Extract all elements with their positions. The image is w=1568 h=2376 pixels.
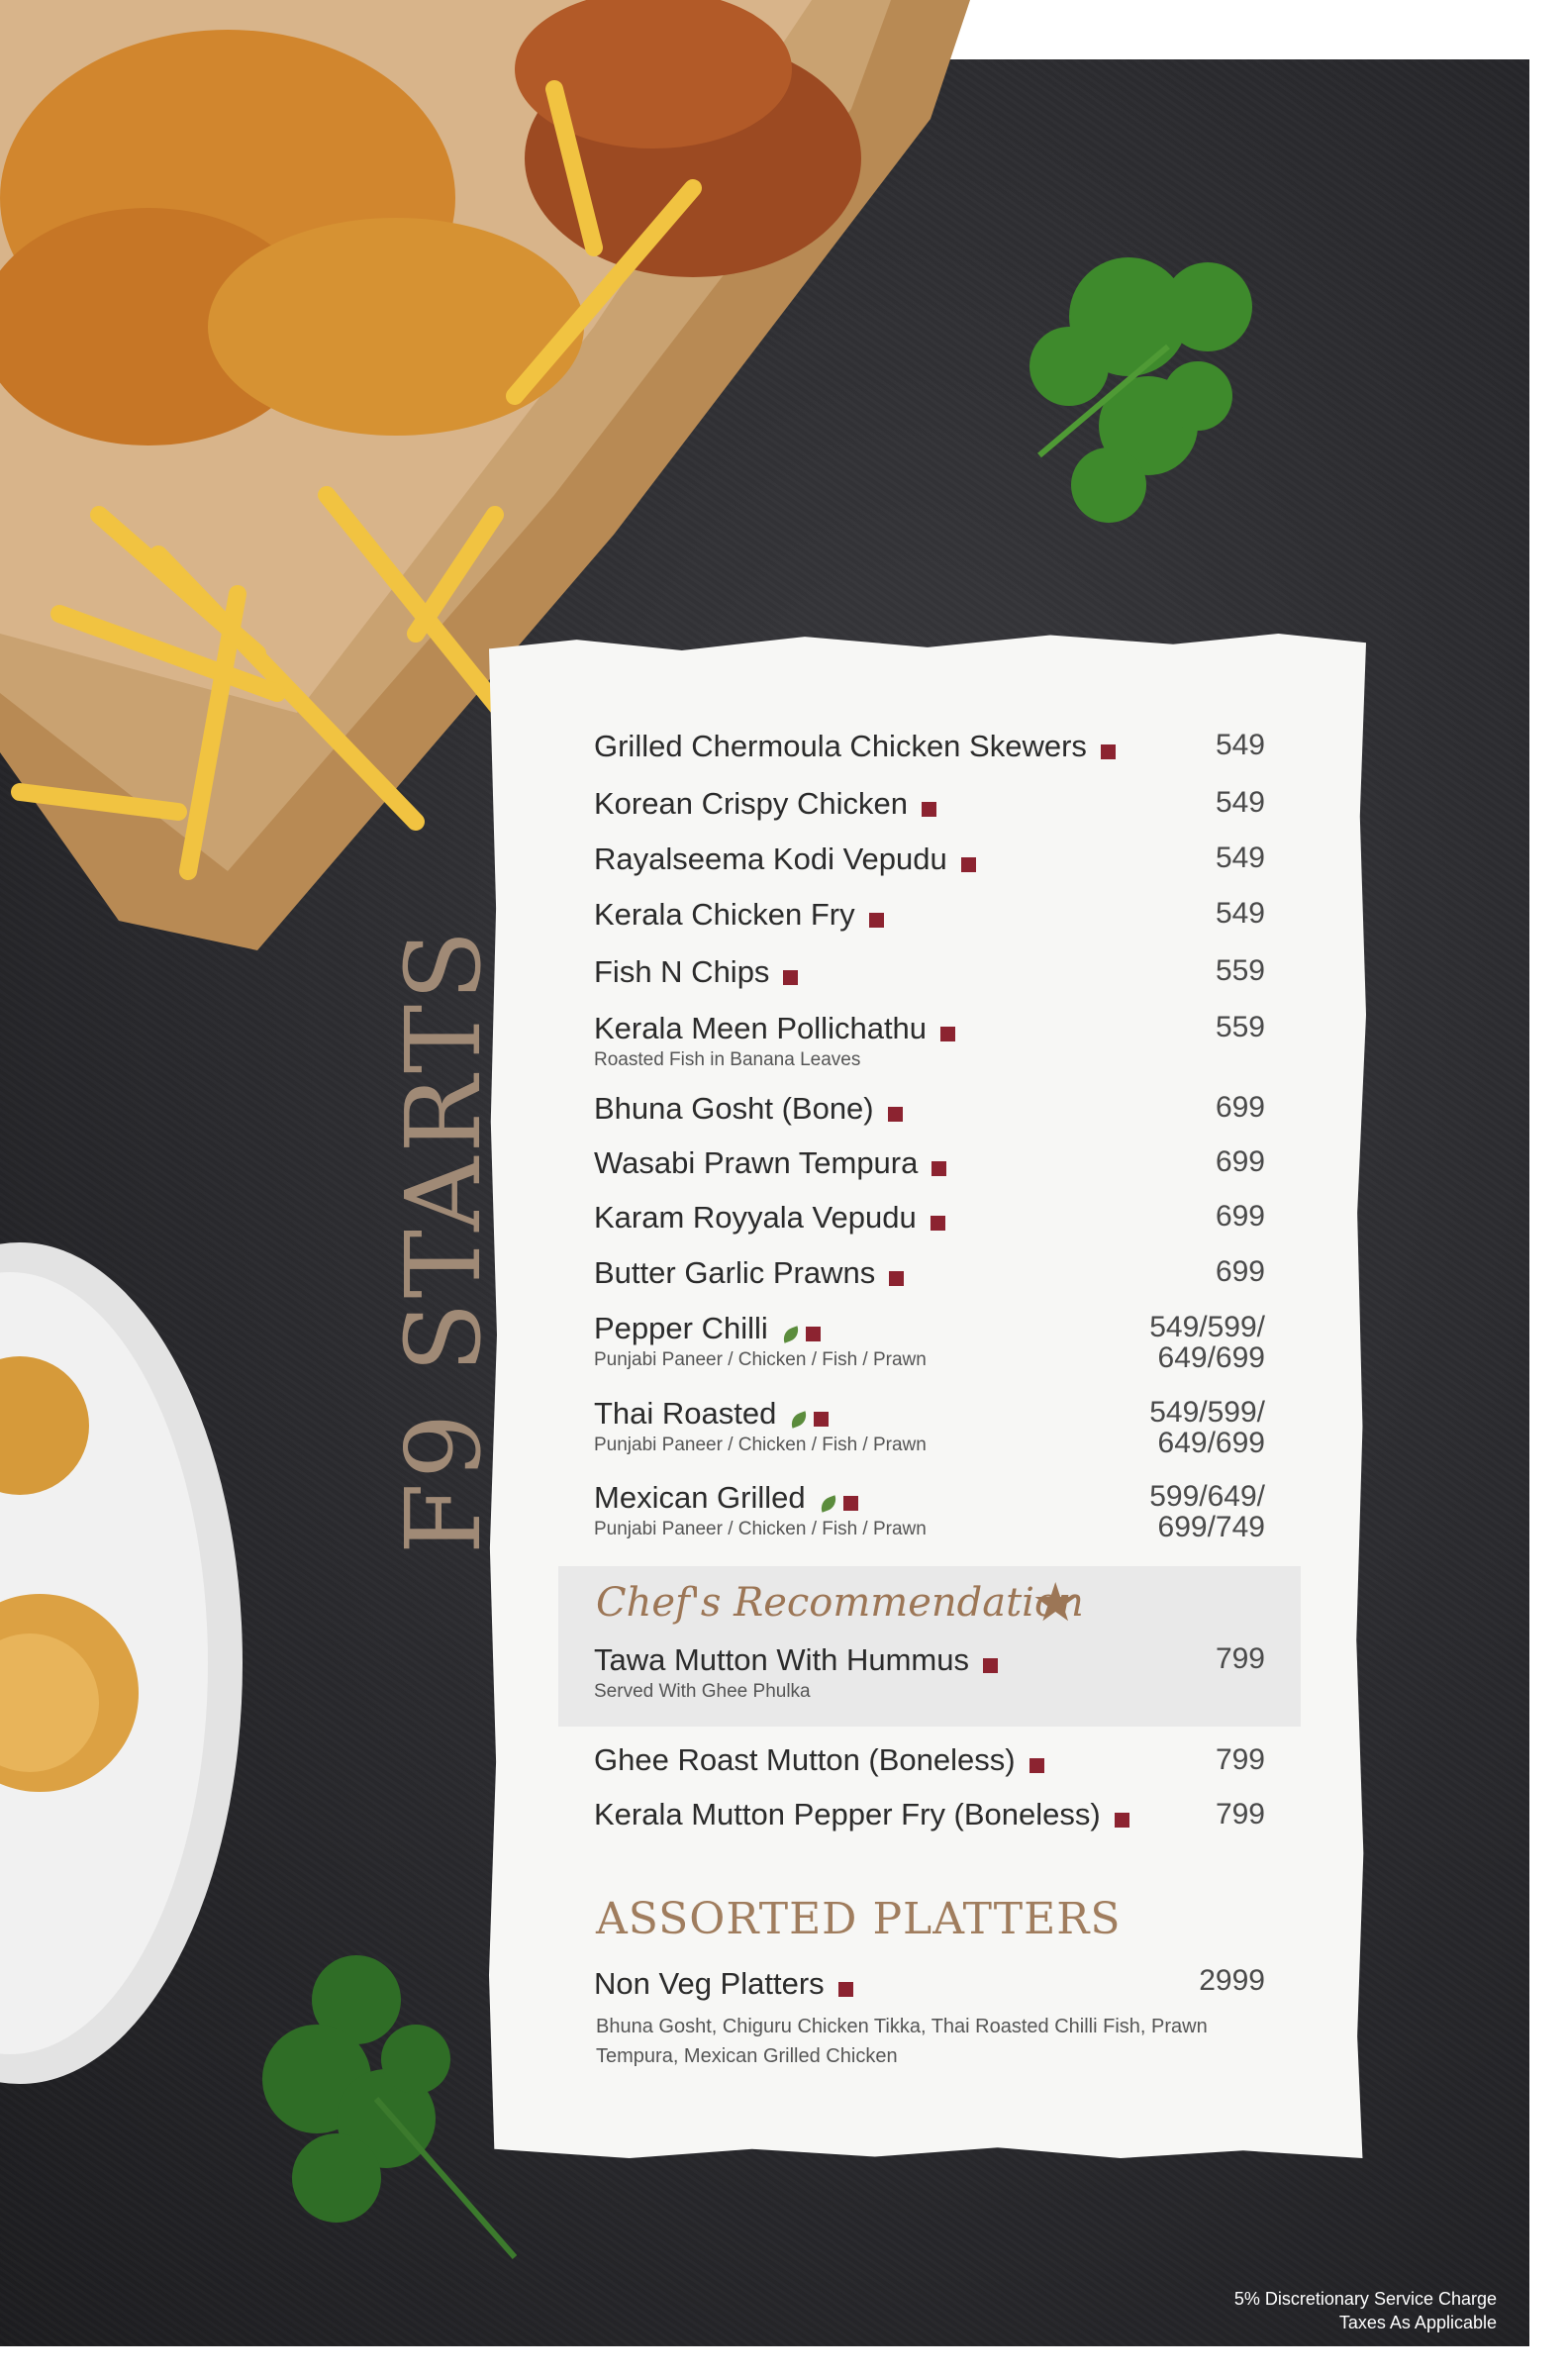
item-price: 699 <box>1215 1200 1265 1233</box>
non-veg-marker-icon <box>1100 744 1116 760</box>
parsley-garnish-bottom-image <box>262 1955 518 2259</box>
item-name: Kerala Chicken Fry <box>594 897 855 932</box>
item-price: 559 <box>1215 954 1265 987</box>
menu-item: Ghee Roast Mutton (Boneless) <box>594 1742 1267 1778</box>
menu-item: Kerala Meen Pollichathu Roasted Fish in … <box>594 1011 1267 1071</box>
platter-description: Bhuna Gosht, Chiguru Chicken Tikka, Thai… <box>596 2016 1208 2067</box>
item-name: Karam Royyala Vepudu <box>594 1200 917 1235</box>
non-veg-marker-icon <box>983 1658 998 1674</box>
non-veg-marker-icon <box>887 1107 903 1123</box>
price-line: 699/749 <box>1157 1511 1265 1543</box>
section-title-vertical: F9 STARTS <box>383 926 504 1554</box>
chefs-recommendation-title: Chef's Recommendation <box>596 1580 1084 1626</box>
item-price: 559 <box>1215 1011 1265 1043</box>
platters-section-title: ASSORTED PLATTERS <box>596 1894 1122 1944</box>
item-name: Korean Crispy Chicken <box>594 786 909 821</box>
item-price: 699 <box>1215 1091 1265 1124</box>
menu-item: Wasabi Prawn Tempura <box>594 1145 1267 1181</box>
service-charge-note: 5% Discretionary Service Charge <box>1233 2289 1497 2309</box>
item-name: Rayalseema Kodi Vepudu <box>594 842 947 876</box>
item-price: 599/649/ 699/749 <box>1149 1481 1265 1542</box>
non-veg-marker-icon <box>931 1161 947 1177</box>
menu-item: Non Veg Platters <box>594 1966 1267 2002</box>
menu-item: Kerala Mutton Pepper Fry (Boneless) <box>594 1797 1267 1832</box>
non-veg-marker-icon <box>805 1327 821 1342</box>
item-name: Grilled Chermoula Chicken Skewers <box>594 729 1087 763</box>
item-price: 699 <box>1215 1145 1265 1178</box>
non-veg-marker-icon <box>868 913 884 929</box>
non-veg-marker-icon <box>814 1412 830 1428</box>
price-line: 549/599/ <box>1149 1396 1265 1429</box>
item-description: Served With Ghee Phulka <box>594 1681 811 1702</box>
item-price: 549 <box>1215 842 1265 874</box>
non-veg-marker-icon <box>842 1496 858 1512</box>
non-veg-marker-icon <box>960 857 976 873</box>
taxes-note: Taxes As Applicable <box>1338 2313 1497 2332</box>
item-price: 549 <box>1215 786 1265 819</box>
footer-note: 5% Discretionary Service Charge Taxes As… <box>1234 2287 1497 2334</box>
non-veg-marker-icon <box>889 1271 905 1287</box>
non-veg-marker-icon <box>930 1216 945 1232</box>
menu-item: Bhuna Gosht (Bone) <box>594 1091 1267 1127</box>
item-price: 799 <box>1215 1798 1265 1831</box>
item-price: 799 <box>1215 1642 1265 1675</box>
menu-item: Korean Crispy Chicken <box>594 786 1267 822</box>
item-name: Butter Garlic Prawns <box>594 1255 876 1290</box>
item-name: Bhuna Gosht (Bone) <box>594 1091 874 1126</box>
menu-item: Kerala Chicken Fry <box>594 897 1267 933</box>
item-name: Thai Roasted <box>594 1396 777 1431</box>
item-price: 549/599/ 649/699 <box>1149 1397 1265 1458</box>
item-price: 549 <box>1215 897 1265 930</box>
non-veg-marker-icon <box>940 1027 956 1042</box>
item-price: 549/599/ 649/699 <box>1149 1312 1265 1373</box>
item-price: 549 <box>1215 729 1265 761</box>
item-price: 799 <box>1215 1743 1265 1776</box>
menu-item: Tawa Mutton With Hummus Served With Ghee… <box>594 1642 1267 1703</box>
veg-leaf-icon <box>818 1495 839 1513</box>
item-name: Ghee Roast Mutton (Boneless) <box>594 1742 1016 1777</box>
star-icon: ★ <box>1031 1573 1080 1633</box>
non-veg-marker-icon <box>837 1982 853 1998</box>
item-name: Fish N Chips <box>594 954 770 989</box>
non-veg-marker-icon <box>1114 1813 1129 1829</box>
item-name: Mexican Grilled <box>594 1480 806 1515</box>
menu-item: Fish N Chips <box>594 954 1267 990</box>
menu-item: Butter Garlic Prawns <box>594 1255 1267 1291</box>
menu-item: Rayalseema Kodi Vepudu <box>594 842 1267 877</box>
price-line: 649/699 <box>1157 1341 1265 1374</box>
veg-leaf-icon <box>780 1326 802 1343</box>
price-line: 649/699 <box>1157 1427 1265 1459</box>
item-description: Roasted Fish in Banana Leaves <box>594 1049 861 1070</box>
item-price: 2999 <box>1199 1964 1265 1997</box>
item-name: Kerala Mutton Pepper Fry (Boneless) <box>594 1797 1101 1832</box>
price-line: 599/649/ <box>1149 1480 1265 1513</box>
menu-item: Grilled Chermoula Chicken Skewers <box>594 729 1267 764</box>
price-line: 549/599/ <box>1149 1311 1265 1343</box>
non-veg-marker-icon <box>922 802 937 818</box>
non-veg-marker-icon <box>783 970 799 986</box>
item-price: 699 <box>1215 1255 1265 1288</box>
veg-leaf-icon <box>788 1411 810 1429</box>
item-name: Wasabi Prawn Tempura <box>594 1145 919 1180</box>
item-name: Kerala Meen Pollichathu <box>594 1011 928 1045</box>
non-veg-marker-icon <box>1029 1758 1044 1774</box>
item-name: Non Veg Platters <box>594 1966 825 2001</box>
item-name: Pepper Chilli <box>594 1311 768 1345</box>
menu-item: Karam Royyala Vepudu <box>594 1200 1267 1236</box>
parsley-garnish-top-image <box>1029 257 1252 523</box>
croquette-plate-image <box>0 1242 243 2084</box>
item-name: Tawa Mutton With Hummus <box>594 1642 969 1677</box>
